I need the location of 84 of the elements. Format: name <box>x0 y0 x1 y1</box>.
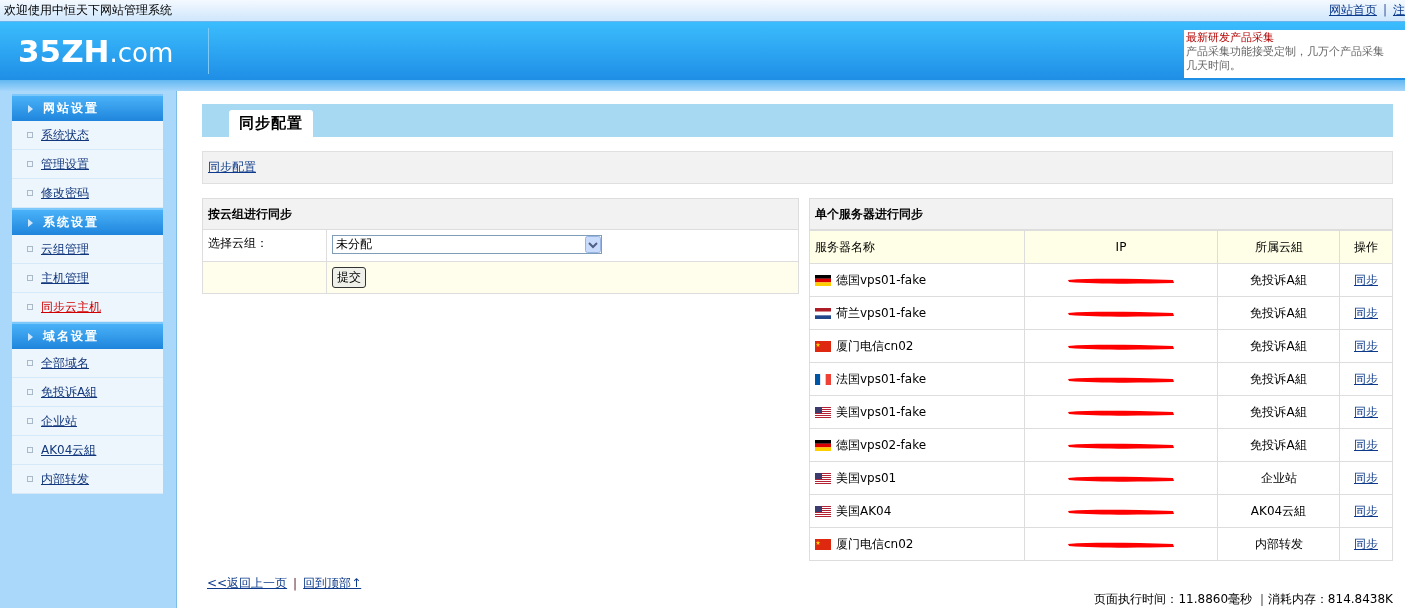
group-name: 免投诉A組 <box>1250 371 1307 386</box>
group-name: 免投诉A組 <box>1250 404 1307 419</box>
header-link[interactable]: 注 <box>1393 1 1405 19</box>
flag-icon <box>815 340 831 352</box>
breadcrumb-link[interactable]: 同步配置 <box>208 159 256 176</box>
triangle-icon <box>28 332 33 341</box>
group-name: 内部转发 <box>1254 536 1303 551</box>
group-name: 免投诉A組 <box>1250 338 1307 353</box>
bullet-icon <box>27 275 33 281</box>
sync-link[interactable]: 同步 <box>1354 437 1378 452</box>
notice-title: 最新研发产品采集 <box>1186 30 1275 45</box>
logo: 35ZH.com <box>18 33 175 69</box>
menu-group-title: 网站设置 <box>43 100 99 117</box>
flag-icon <box>815 505 831 517</box>
bullet-icon <box>27 132 33 138</box>
sync-link[interactable]: 同步 <box>1354 305 1378 320</box>
group-name: 免投诉A組 <box>1250 437 1307 452</box>
server-name: 美国AK04 <box>836 502 892 520</box>
page-tab[interactable]: 同步配置 <box>229 110 313 137</box>
group-name: 免投诉A組 <box>1250 305 1307 320</box>
server-name: 厦门电信cn02 <box>836 337 914 355</box>
column-header: IP <box>1024 230 1218 264</box>
bullet-icon <box>27 476 33 482</box>
flag-icon <box>815 274 831 286</box>
server-name: 美国vps01 <box>836 469 897 487</box>
bullet-icon <box>27 418 33 424</box>
group-name: 免投诉A組 <box>1250 272 1307 287</box>
notice-text: 产品采集功能接受定制，几万个产品采集 <box>1186 44 1385 59</box>
menu-item[interactable]: 企业站 <box>41 412 77 430</box>
column-header: 服务器名称 <box>810 230 1025 264</box>
sync-link[interactable]: 同步 <box>1354 503 1378 518</box>
menu-item[interactable]: 系统状态 <box>41 126 89 144</box>
server-name: 荷兰vps01-fake <box>836 304 927 322</box>
sync-link[interactable]: 同步 <box>1354 470 1378 485</box>
server-name: 美国vps01-fake <box>836 403 927 421</box>
separator: | <box>1382 3 1387 18</box>
server-name: 厦门电信cn02 <box>836 535 914 553</box>
separator: | <box>293 576 298 591</box>
back-link[interactable]: <<返回上一页 <box>207 575 288 592</box>
header-link[interactable]: 网站首页 <box>1328 1 1377 19</box>
sync-link[interactable]: 同步 <box>1354 371 1378 386</box>
menu-group-title: 域名设置 <box>43 328 99 345</box>
flag-icon <box>815 373 831 385</box>
bullet-icon <box>27 360 33 366</box>
welcome-text: 欢迎使用中恒天下网站管理系统 <box>4 1 172 19</box>
notice-text: 几天时间。 <box>1186 58 1242 73</box>
menu-item[interactable]: 内部转发 <box>41 470 89 488</box>
flag-icon <box>815 472 831 484</box>
sync-link[interactable]: 同步 <box>1354 404 1378 419</box>
flag-icon <box>815 307 831 319</box>
flag-icon <box>815 406 831 418</box>
menu-item[interactable]: 主机管理 <box>41 269 89 287</box>
column-header: 所属云組 <box>1217 230 1340 264</box>
group-name: 企业站 <box>1260 470 1297 485</box>
bullet-icon <box>27 246 33 252</box>
bullet-icon <box>27 447 33 453</box>
flag-icon <box>815 538 831 550</box>
bullet-icon <box>27 389 33 395</box>
top-link[interactable]: 回到顶部↑ <box>303 575 362 592</box>
server-name: 法国vps01-fake <box>836 370 927 388</box>
flag-icon <box>815 439 831 451</box>
group-name: AK04云組 <box>1250 503 1307 518</box>
triangle-icon <box>28 218 33 227</box>
panel-title: 单个服务器进行同步 <box>810 199 1392 230</box>
menu-item[interactable]: 云组管理 <box>41 240 89 258</box>
server-name: 德国vps01-fake <box>836 271 927 289</box>
server-name: 德国vps02-fake <box>836 436 927 454</box>
panel-title: 按云组进行同步 <box>203 199 798 230</box>
field-label: 选择云组： <box>208 236 268 250</box>
sync-link[interactable]: 同步 <box>1354 272 1378 287</box>
menu-item[interactable]: 全部域名 <box>41 354 89 372</box>
submit-button[interactable]: 提交 <box>332 267 366 288</box>
bullet-icon <box>27 190 33 196</box>
sync-link[interactable]: 同步 <box>1354 338 1378 353</box>
bullet-icon <box>27 161 33 167</box>
menu-item[interactable]: 管理设置 <box>41 155 89 173</box>
column-header: 操作 <box>1339 230 1392 264</box>
triangle-icon <box>28 104 33 113</box>
group-select[interactable]: 未分配 <box>332 235 602 254</box>
bullet-icon <box>27 304 33 310</box>
menu-group-title: 系统设置 <box>43 214 99 231</box>
menu-item[interactable]: 修改密码 <box>41 184 89 202</box>
page-stats: 页面执行时间：11.8860毫秒 ｜消耗内存：814.8438K <box>1094 591 1393 608</box>
sync-link[interactable]: 同步 <box>1354 536 1378 551</box>
